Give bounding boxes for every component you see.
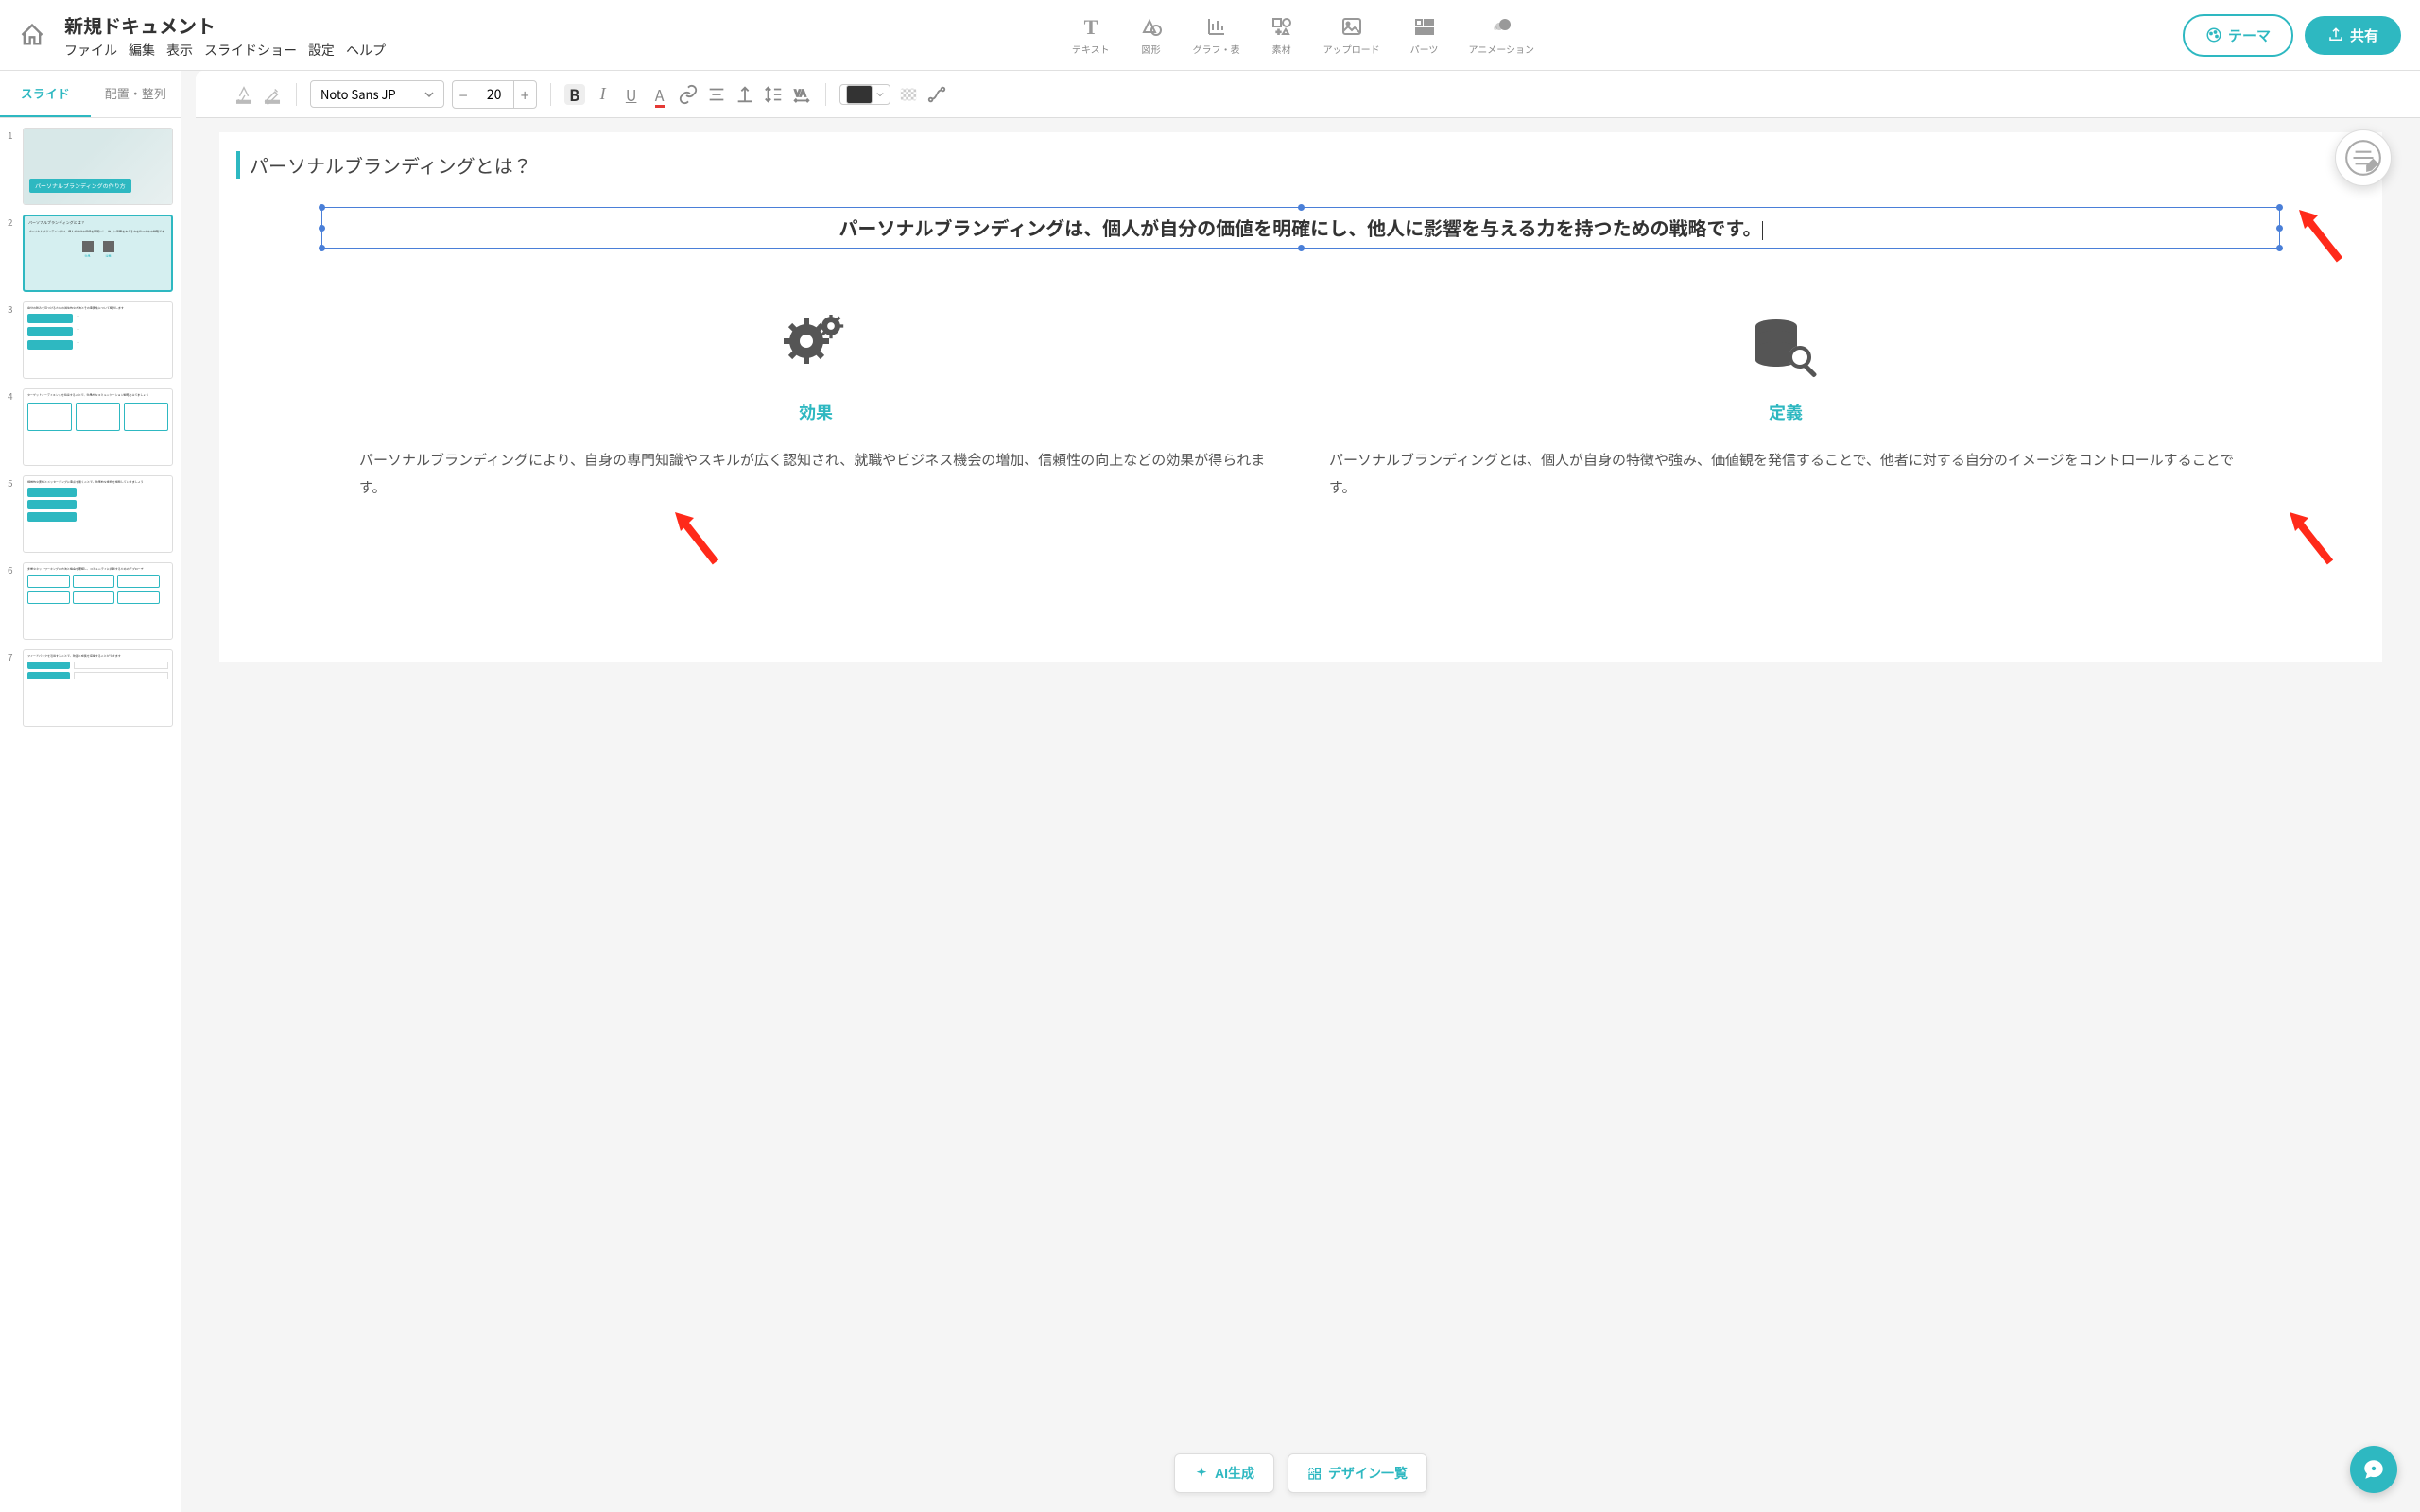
slide-thumb-3[interactable]: 3 自分の強みを見つけるための具体的な方法とその重要性について解説します....… xyxy=(8,301,173,379)
font-size-increase[interactable]: + xyxy=(513,81,536,108)
column-title-effect: 効果 xyxy=(359,400,1272,424)
underline-button[interactable]: U xyxy=(621,84,642,105)
tool-chart[interactable]: グラフ・表 xyxy=(1193,15,1240,56)
bold-button[interactable]: B xyxy=(564,84,585,105)
tool-upload[interactable]: アップロード xyxy=(1323,15,1380,56)
ai-generate-button[interactable]: AI生成 xyxy=(1174,1453,1274,1493)
slide-thumb-2[interactable]: 2 パーソナルブランディングとは？パーソナルブランディングは、個人が自分の価値を… xyxy=(8,215,173,292)
title-area: 新規ドキュメント ファイル 編集 表示 スライドショー 設定 ヘルプ xyxy=(64,11,386,60)
column-text-effect[interactable]: パーソナルブランディングにより、自身の専門知識やスキルが広く認知され、就職やビジ… xyxy=(359,447,1272,501)
slide-thumb-7[interactable]: 7 フィードバックを活用することで、改善と成長を促進することができます xyxy=(8,649,173,727)
grid-icon xyxy=(1307,1466,1322,1481)
transparency-button[interactable] xyxy=(898,84,919,105)
theme-button[interactable]: テーマ xyxy=(2183,14,2293,57)
slide-thumb-6[interactable]: 6 多様なネットワーキングの方法と機会を理解し、コミュニティに貢献するためのアプ… xyxy=(8,562,173,640)
slide-thumb-4[interactable]: 4 ターゲットオーディエンスを特定することで、効果的なコミュニケーション戦略を立… xyxy=(8,388,173,466)
toolbar-center: T テキスト 図形 グラフ・表 + 素材 アップロード パーツ アニメーション xyxy=(424,15,2183,56)
chat-fab[interactable] xyxy=(2350,1446,2397,1493)
header-actions: テーマ 共有 xyxy=(2183,14,2401,57)
tool-shape[interactable]: 図形 xyxy=(1140,15,1163,56)
highlight-icon[interactable] xyxy=(262,84,283,105)
chat-icon xyxy=(2361,1457,2386,1482)
palette-icon xyxy=(2205,26,2222,43)
slide-thumb-5[interactable]: 5 視覚的な要素とメッセージングに重点を置くことで、効果的な肯勢を構築していきま… xyxy=(8,475,173,553)
sidebar: スライド 配置・整列 1 パーソナルブランディングの作り方 2 パーソナルブラン… xyxy=(0,71,182,1512)
share-button[interactable]: 共有 xyxy=(2305,16,2401,55)
text-color-button[interactable]: A xyxy=(649,84,670,105)
annotation-arrow xyxy=(673,510,720,567)
design-list-button[interactable]: デザイン一覧 xyxy=(1288,1453,1427,1493)
canvas-wrapper[interactable]: パーソナルブランディングとは？ パーソナルブランディングは、個人が自分の価値を明… xyxy=(182,118,2420,1512)
column-title-definition: 定義 xyxy=(1329,400,2242,424)
menu-slideshow[interactable]: スライドショー xyxy=(204,41,297,60)
font-size-decrease[interactable]: − xyxy=(453,81,475,108)
gears-icon xyxy=(778,315,854,381)
tab-arrange[interactable]: 配置・整列 xyxy=(91,71,182,117)
column-text-definition[interactable]: パーソナルブランディングとは、個人が自身の特徴や強み、価値観を発信することで、他… xyxy=(1329,447,2242,501)
column-definition[interactable]: 定義 パーソナルブランディングとは、個人が自身の特徴や強み、価値観を発信すること… xyxy=(1329,315,2242,501)
format-toolbar: Noto Sans JP − 20 + B I U A VA xyxy=(196,71,2420,118)
font-family-select[interactable]: Noto Sans JP xyxy=(310,80,444,108)
font-size-control: − 20 + xyxy=(452,80,537,109)
chevron-down-icon xyxy=(424,90,434,99)
document-title[interactable]: 新規ドキュメント xyxy=(64,11,386,39)
content-columns: 効果 パーソナルブランディングにより、自身の専門知識やスキルが広く認知され、就職… xyxy=(236,315,2365,501)
home-icon[interactable] xyxy=(19,22,45,48)
sidebar-tabs: スライド 配置・整列 xyxy=(0,71,181,118)
menu-edit[interactable]: 編集 xyxy=(129,41,155,60)
letter-spacing-button[interactable]: VA xyxy=(791,84,812,105)
tool-parts[interactable]: パーツ xyxy=(1410,15,1439,56)
tool-animation[interactable]: アニメーション xyxy=(1468,15,1534,56)
share-icon xyxy=(2327,26,2344,43)
tab-slides[interactable]: スライド xyxy=(0,71,91,117)
fill-color-icon[interactable] xyxy=(233,84,254,105)
tool-assets[interactable]: + 素材 xyxy=(1270,15,1293,56)
menu-help[interactable]: ヘルプ xyxy=(346,41,386,60)
link-button[interactable] xyxy=(678,84,699,105)
slides-list[interactable]: 1 パーソナルブランディングの作り方 2 パーソナルブランディングとは？パーソナ… xyxy=(0,118,181,1512)
headline-text[interactable]: パーソナルブランディングは、個人が自分の価値を明確にし、他人に影響を与える力を持… xyxy=(330,214,2272,242)
menu-view[interactable]: 表示 xyxy=(166,41,193,60)
annotation-arrow xyxy=(2288,510,2335,567)
menu-settings[interactable]: 設定 xyxy=(308,41,335,60)
editor-area: Noto Sans JP − 20 + B I U A VA xyxy=(182,71,2420,1512)
column-effect[interactable]: 効果 パーソナルブランディングにより、自身の専門知識やスキルが広く認知され、就職… xyxy=(359,315,1272,501)
tool-text[interactable]: T テキスト xyxy=(1072,15,1110,56)
slide-title[interactable]: パーソナルブランディングとは？ xyxy=(236,151,2365,179)
svg-text:VA: VA xyxy=(794,84,806,98)
italic-button[interactable]: I xyxy=(593,84,614,105)
selected-text-box[interactable]: パーソナルブランディングは、個人が自分の価値を明確にし、他人に影響を与える力を持… xyxy=(321,207,2280,249)
bottom-buttons: AI生成 デザイン一覧 xyxy=(1174,1453,1427,1493)
svg-text:+: + xyxy=(1276,26,1281,38)
font-size-value[interactable]: 20 xyxy=(475,85,513,104)
line-spacing-button[interactable] xyxy=(763,84,784,105)
sparkle-icon xyxy=(1194,1466,1209,1481)
connector-button[interactable] xyxy=(926,84,947,105)
slide-thumb-1[interactable]: 1 パーソナルブランディングの作り方 xyxy=(8,128,173,205)
design-badge-icon[interactable] xyxy=(2335,129,2392,186)
align-button[interactable] xyxy=(706,84,727,105)
slide-canvas[interactable]: パーソナルブランディングとは？ パーソナルブランディングは、個人が自分の価値を明… xyxy=(219,132,2382,662)
menu-file[interactable]: ファイル xyxy=(64,41,117,60)
database-search-icon xyxy=(1748,315,1824,381)
annotation-arrow xyxy=(2297,208,2344,265)
vertical-align-button[interactable] xyxy=(735,84,755,105)
menu-bar: ファイル 編集 表示 スライドショー 設定 ヘルプ xyxy=(64,41,386,60)
svg-text:T: T xyxy=(1083,15,1098,38)
fill-swatch[interactable] xyxy=(839,84,890,105)
